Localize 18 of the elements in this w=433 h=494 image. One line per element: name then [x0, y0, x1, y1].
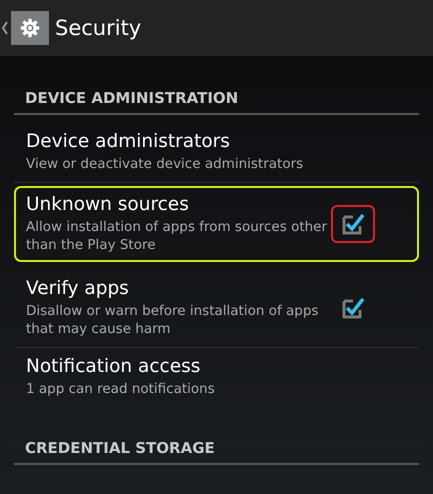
setting-item[interactable]: Device administrators View or deactivate device administrators [14, 123, 419, 183]
setting-summary: Allow installation of apps from sources other than the Play Store [26, 218, 328, 254]
setting-summary: View or deactivate device administrators [26, 155, 304, 173]
settings-icon[interactable] [11, 11, 49, 45]
screen-title: Security [55, 16, 142, 40]
setting-title: Verify apps [26, 278, 130, 299]
setting-item[interactable]: Notification access 1 app can read notifications [14, 348, 419, 407]
setting-item[interactable]: Verify apps Disallow or warn before installation of apps that may cause harm [14, 270, 419, 348]
setting-item[interactable]: Unknown sources Allow installation of apps from sources other than the Play Store [14, 186, 419, 262]
setting-summary: 1 app can read notifications [26, 380, 216, 398]
checkbox[interactable] [341, 296, 365, 320]
setting-title: Unknown sources [26, 194, 190, 215]
section-header: DEVICE ADMINISTRATION [24, 88, 240, 107]
setting-title: Notification access [26, 356, 202, 377]
setting-title: Device administrators [26, 131, 231, 152]
section-header: CREDENTIAL STORAGE [24, 438, 216, 457]
checkbox[interactable] [341, 212, 365, 236]
setting-summary: Disallow or warn before installation of apps that may cause harm [26, 302, 320, 338]
